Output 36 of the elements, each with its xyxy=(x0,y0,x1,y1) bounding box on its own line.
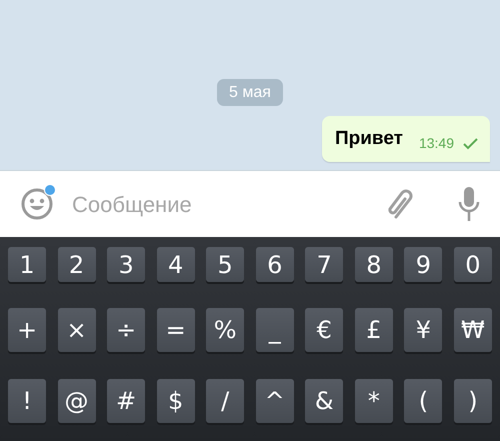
emoji-icon[interactable] xyxy=(20,187,54,221)
keyboard-key[interactable]: 5 xyxy=(206,247,244,282)
keyboard-key[interactable]: ₩ xyxy=(454,308,492,352)
keyboard-key[interactable]: £ xyxy=(354,308,393,352)
keyboard-key[interactable]: $ xyxy=(156,379,195,423)
keyboard-key[interactable]: 8 xyxy=(354,247,393,282)
keyboard-key[interactable]: & xyxy=(305,379,344,423)
keyboard-key[interactable]: 7 xyxy=(305,247,344,282)
keyboard-key[interactable]: / xyxy=(206,379,244,423)
keyboard-key[interactable]: € xyxy=(305,308,344,352)
keyboard-key[interactable]: 3 xyxy=(107,247,146,282)
keyboard-key[interactable]: ¥ xyxy=(404,308,442,352)
microphone-icon[interactable] xyxy=(458,186,480,222)
keyboard-key[interactable]: 6 xyxy=(256,247,294,282)
keyboard-key[interactable]: 9 xyxy=(404,247,442,282)
keyboard-key[interactable]: 1 xyxy=(8,247,46,282)
date-badge: 5 мая xyxy=(217,79,283,106)
keyboard-key[interactable]: _ xyxy=(256,308,294,352)
keyboard-key[interactable]: ÷ xyxy=(107,308,146,352)
message-text: Привет xyxy=(334,127,403,151)
keyboard-key[interactable]: 4 xyxy=(156,247,195,282)
keyboard-key[interactable]: # xyxy=(107,379,146,423)
message-time: 13:49 xyxy=(418,134,454,153)
keyboard-key[interactable]: ! xyxy=(8,379,46,423)
keyboard-key[interactable]: @ xyxy=(58,379,96,423)
keyboard-key[interactable]: % xyxy=(206,308,244,352)
keyboard-key[interactable]: ) xyxy=(454,379,492,423)
keyboard-key[interactable]: 2 xyxy=(58,247,96,282)
keyboard-key[interactable]: ( xyxy=(404,379,442,423)
keyboard-key[interactable]: = xyxy=(156,308,195,352)
keyboard-key[interactable]: + xyxy=(8,308,46,352)
keyboard-key[interactable]: 0 xyxy=(454,247,492,282)
keyboard-key[interactable]: * xyxy=(354,379,393,423)
keyboard-key[interactable]: × xyxy=(58,308,96,352)
keyboard-key[interactable]: ^ xyxy=(256,379,294,423)
message-input[interactable]: Сообщение xyxy=(70,186,370,222)
